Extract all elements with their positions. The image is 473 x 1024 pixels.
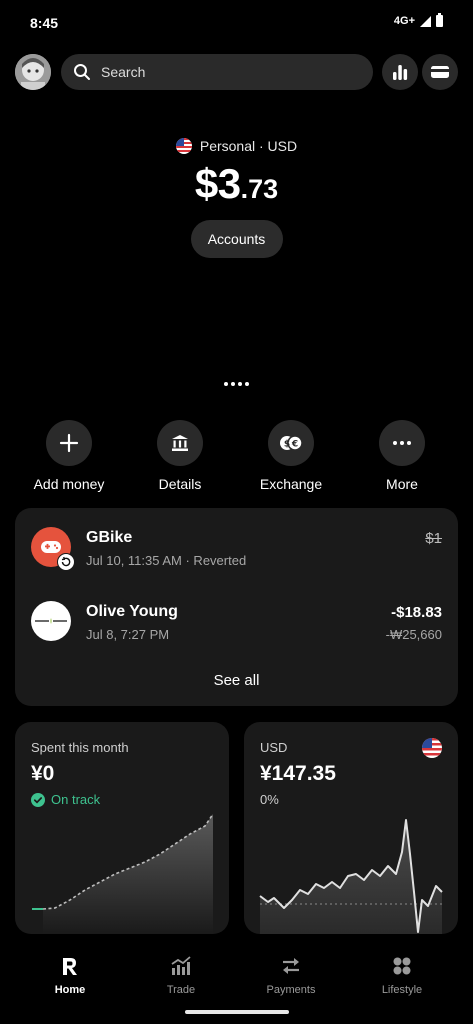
balance-section: Personal · USD $3.73 Accounts xyxy=(0,138,473,258)
details-label: Details xyxy=(158,476,202,492)
bar-chart-icon xyxy=(393,65,408,80)
nav-home[interactable]: Home xyxy=(15,954,125,996)
page-indicator xyxy=(0,382,473,386)
accounts-button[interactable]: Accounts xyxy=(190,220,283,258)
transaction-amount-local: -₩25,660 xyxy=(385,627,442,642)
us-flag-icon xyxy=(422,738,442,758)
more-button[interactable]: More xyxy=(347,420,457,492)
transaction-name: GBike xyxy=(86,529,133,546)
search-placeholder: Search xyxy=(101,64,146,80)
balance-fraction: .73 xyxy=(240,174,279,204)
transaction-amount: $1 xyxy=(425,530,442,547)
currency-card-title: USD xyxy=(260,740,288,755)
exchange-label: Exchange xyxy=(259,476,323,492)
account-selector[interactable]: Personal · USD xyxy=(0,138,473,154)
avatar-image xyxy=(15,54,51,90)
home-indicator[interactable] xyxy=(185,1010,289,1014)
status-bar: 8:45 4G+ xyxy=(0,0,473,46)
nav-lifestyle-label: Lifestyle xyxy=(381,984,423,996)
nav-payments[interactable]: Payments xyxy=(236,954,346,996)
exchange-circle: $ € xyxy=(268,420,314,466)
currency-card-value: ¥147.35 xyxy=(260,762,336,785)
nav-lifestyle[interactable]: Lifestyle xyxy=(347,954,457,996)
quick-actions: Add money Details $ € Exchange More xyxy=(0,420,473,495)
olive-young-logo xyxy=(31,601,71,641)
svg-text:$: $ xyxy=(284,440,290,450)
bottom-nav: Home Trade Payments Lifestyle xyxy=(0,950,473,1010)
usd-rate-chart xyxy=(259,819,443,934)
signal-icon xyxy=(420,15,431,27)
transactions-card: GBike Jul 10, 11:35 AM · Reverted $1 Oli… xyxy=(15,508,458,706)
us-flag-icon xyxy=(175,138,192,154)
avatar[interactable] xyxy=(15,54,51,90)
transfer-arrows-icon xyxy=(283,958,299,974)
transaction-amount: -$18.83 xyxy=(391,604,442,621)
more-label: More xyxy=(386,476,418,492)
search-icon xyxy=(74,64,90,80)
spent-this-month-card[interactable]: Spent this month ¥0 On track xyxy=(15,722,229,934)
svg-text:€: € xyxy=(291,440,298,450)
exchange-icon: $ € xyxy=(280,435,303,451)
top-bar: Search xyxy=(15,54,458,92)
details-circle xyxy=(157,420,203,466)
analytics-button[interactable] xyxy=(382,54,418,90)
battery-icon xyxy=(436,13,443,27)
trade-chart-icon xyxy=(171,956,191,975)
page-dot xyxy=(245,382,249,386)
nav-trade[interactable]: Trade xyxy=(126,954,236,996)
balance-amount: $3.73 xyxy=(0,160,473,208)
spent-card-value: ¥0 xyxy=(31,762,55,785)
olive-young-logo-icon xyxy=(34,618,68,624)
revolut-logo-icon xyxy=(63,958,77,975)
plus-icon xyxy=(59,433,79,453)
page-dot xyxy=(224,382,228,386)
more-circle xyxy=(379,420,425,466)
see-all-link[interactable]: See all xyxy=(15,672,458,689)
account-label: Personal · USD xyxy=(199,138,298,154)
bank-icon xyxy=(172,435,188,451)
page-dot xyxy=(231,382,235,386)
add-money-button[interactable]: Add money xyxy=(14,420,124,492)
spending-trend-chart xyxy=(32,813,214,934)
spent-card-title: Spent this month xyxy=(31,740,129,755)
transaction-row[interactable]: GBike Jul 10, 11:35 AM · Reverted $1 xyxy=(15,520,458,571)
lifestyle-grid-icon xyxy=(393,957,411,975)
balance-whole: $3 xyxy=(194,160,241,207)
details-button[interactable]: Details xyxy=(125,420,235,492)
add-money-label: Add money xyxy=(33,476,105,492)
reverted-badge-icon xyxy=(57,553,75,571)
transaction-meta: Jul 10, 11:35 AM · Reverted xyxy=(86,553,247,568)
exchange-button[interactable]: $ € Exchange xyxy=(236,420,346,492)
network-type: 4G+ xyxy=(393,15,415,27)
status-icons: 4G+ xyxy=(393,13,443,27)
add-money-circle xyxy=(46,420,92,466)
credit-card-icon xyxy=(431,66,449,78)
nav-home-label: Home xyxy=(54,984,86,996)
search-input[interactable]: Search xyxy=(61,54,373,90)
transaction-row[interactable]: Olive Young Jul 8, 7:27 PM -$18.83 -₩25,… xyxy=(15,594,458,644)
transaction-meta: Jul 8, 7:27 PM xyxy=(86,627,170,642)
transaction-name: Olive Young xyxy=(86,603,178,620)
cards-button[interactable] xyxy=(422,54,458,90)
nav-payments-label: Payments xyxy=(266,984,316,996)
page-dot xyxy=(238,382,242,386)
nav-trade-label: Trade xyxy=(166,984,196,996)
more-icon xyxy=(393,441,411,445)
status-time: 8:45 xyxy=(30,15,59,31)
usd-rate-card[interactable]: USD ¥147.35 0% xyxy=(244,722,458,934)
